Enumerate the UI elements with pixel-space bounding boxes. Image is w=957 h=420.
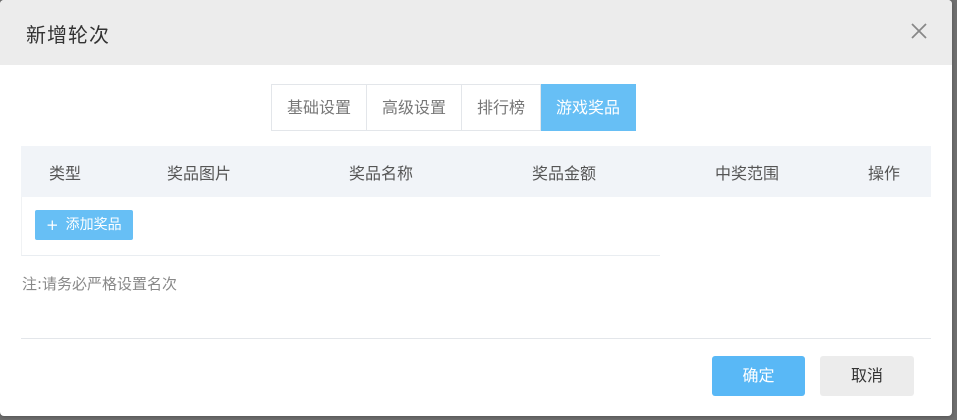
tab-game-prizes[interactable]: 游戏奖品 xyxy=(541,84,637,131)
confirm-button[interactable]: 确定 xyxy=(712,356,805,396)
column-header-win-range: 中奖范围 xyxy=(715,164,780,183)
plus-icon: + xyxy=(46,216,59,234)
ranking-note: 注:请务必严格设置名次 xyxy=(22,275,178,293)
cancel-button[interactable]: 取消 xyxy=(820,356,914,396)
tab-advanced-settings[interactable]: 高级设置 xyxy=(367,84,463,131)
footer-divider xyxy=(21,338,931,339)
column-header-actions: 操作 xyxy=(868,164,901,183)
add-prize-label: 添加奖品 xyxy=(65,217,122,233)
column-header-prize-name: 奖品名称 xyxy=(349,164,414,183)
add-round-dialog: 新增轮次 基础设置 高级设置 排行榜 游戏奖品 类型 奖品图片 奖品名称 奖品金… xyxy=(0,0,952,416)
column-header-type: 类型 xyxy=(49,164,82,183)
table-body: + 添加奖品 xyxy=(21,197,660,256)
dialog-title: 新增轮次 xyxy=(26,23,110,47)
column-header-prize-amount: 奖品金额 xyxy=(532,164,597,183)
add-prize-button[interactable]: + 添加奖品 xyxy=(35,210,133,240)
close-icon[interactable] xyxy=(910,22,928,40)
tab-basic-settings[interactable]: 基础设置 xyxy=(271,84,368,131)
column-header-prize-image: 奖品图片 xyxy=(167,164,232,183)
settings-tabs: 基础设置 高级设置 排行榜 游戏奖品 xyxy=(271,84,637,131)
prize-table: 类型 奖品图片 奖品名称 奖品金额 中奖范围 操作 + 添加奖品 xyxy=(21,146,931,256)
tab-leaderboard[interactable]: 排行榜 xyxy=(462,84,542,131)
dialog-header: 新增轮次 xyxy=(0,0,952,65)
table-header: 类型 奖品图片 奖品名称 奖品金额 中奖范围 操作 xyxy=(21,146,931,197)
